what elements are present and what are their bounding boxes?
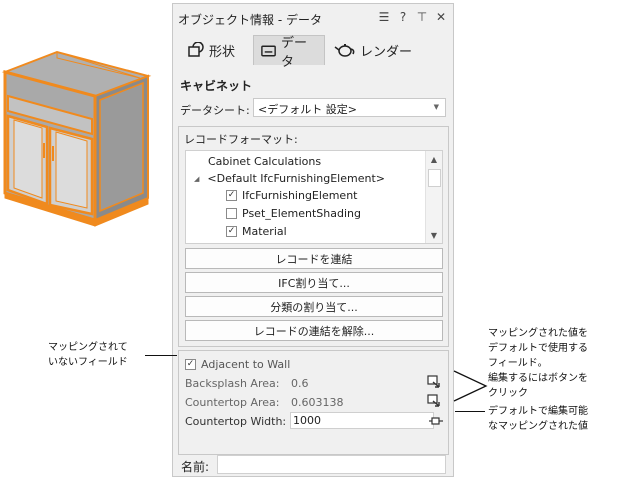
adjacent-to-wall-row: ✓ Adjacent to Wall xyxy=(185,355,290,373)
name-label: 名前: xyxy=(181,460,210,474)
scroll-down-icon[interactable]: ▼ xyxy=(426,227,442,243)
detach-record-button[interactable]: レコードの連結を解除... xyxy=(185,320,443,341)
tab-render[interactable]: レンダー xyxy=(328,35,418,65)
palette-titlebar[interactable]: オブジェクト情報 - データ ☰ ? ⊤ ✕ xyxy=(173,4,453,32)
tab-shape[interactable]: 形状 xyxy=(181,35,241,65)
tab-data-label: データ xyxy=(281,35,308,70)
record-format-label: レコードフォーマット: xyxy=(184,133,298,146)
mapped-default-icon[interactable] xyxy=(429,414,443,428)
mapped-note: マッピングされた値を デフォルトで使用する フィールド。 編集するにはボタンを … xyxy=(488,328,588,399)
adjacent-checkbox[interactable]: ✓ xyxy=(185,358,196,370)
mapped-callout-bracket xyxy=(453,370,488,402)
expand-icon[interactable]: ◢ xyxy=(194,175,199,183)
classify-button[interactable]: 分類の割り当て... xyxy=(185,296,443,317)
countertop-width-row: Countertop Width: 1000 xyxy=(185,412,445,430)
palette-title: オブジェクト情報 - データ xyxy=(178,13,322,27)
name-input[interactable] xyxy=(217,455,446,474)
tab-render-label: レンダー xyxy=(360,44,413,60)
backsplash-value: 0.6 xyxy=(291,377,309,390)
edit-mapped-value-icon[interactable] xyxy=(427,394,441,408)
list-item[interactable]: ✓ IfcFurnishingElement xyxy=(226,187,357,204)
countertop-area-label: Countertop Area: xyxy=(185,395,280,409)
list-item[interactable]: ◢ <Default IfcFurnishingElement> xyxy=(194,170,385,187)
record-label: <Default IfcFurnishingElement> xyxy=(207,172,385,185)
countertop-area-value: 0.603138 xyxy=(291,396,344,409)
record-label: Material xyxy=(242,225,287,238)
tab-shape-label: 形状 xyxy=(209,44,236,60)
record-list[interactable]: Cabinet Calculations ◢ <Default IfcFurni… xyxy=(185,150,443,244)
datasheet-value: <デフォルト 設定> xyxy=(258,103,357,116)
object-type-label: キャビネット xyxy=(180,79,253,93)
data-pane: キャビネット データシート: <デフォルト 設定> ▼ レコードフォーマット: … xyxy=(173,65,453,476)
shape-icon xyxy=(188,42,204,57)
countertop-area-row: Countertop Area: 0.603138 xyxy=(185,393,445,411)
countertop-width-input[interactable]: 1000 xyxy=(290,412,434,429)
adjacent-label: Adjacent to Wall xyxy=(201,357,291,371)
help-icon[interactable]: ? xyxy=(397,10,409,24)
datasheet-label: データシート: xyxy=(180,104,250,117)
record-label: IfcFurnishingElement xyxy=(242,189,358,202)
scroll-up-icon[interactable]: ▲ xyxy=(426,151,442,167)
list-item[interactable]: Cabinet Calculations xyxy=(208,153,321,170)
data-icon xyxy=(261,45,276,56)
menu-icon[interactable]: ☰ xyxy=(378,10,390,24)
unmapped-callout-line xyxy=(145,355,177,356)
record-fields-group: ✓ Adjacent to Wall Backsplash Area: 0.6 … xyxy=(178,350,449,455)
countertop-width-label: Countertop Width: xyxy=(185,414,287,428)
palette-tabs: 形状 データ レンダー xyxy=(173,35,453,70)
attach-record-button[interactable]: レコードを連結 xyxy=(185,248,443,269)
editable-callout-line xyxy=(455,411,485,412)
list-item[interactable]: ✓ Material xyxy=(226,223,287,240)
backsplash-label: Backsplash Area: xyxy=(185,376,280,390)
object-info-palette: オブジェクト情報 - データ ☰ ? ⊤ ✕ 形状 データ レンダー キャビネッ… xyxy=(172,3,454,477)
backsplash-row: Backsplash Area: 0.6 xyxy=(185,374,445,392)
record-list-scrollbar[interactable]: ▲ ▼ xyxy=(425,151,442,243)
record-label: Pset_ElementShading xyxy=(242,207,361,220)
record-format-group: レコードフォーマット: Cabinet Calculations ◢ <Defa… xyxy=(178,126,449,347)
record-label: Cabinet Calculations xyxy=(208,155,322,168)
unmapped-note: マッピングされて いないフィールド xyxy=(48,342,128,368)
scroll-thumb[interactable] xyxy=(428,169,441,187)
editable-note: デフォルトで編集可能 なマッピングされた値 xyxy=(488,406,588,432)
close-icon[interactable]: ✕ xyxy=(435,10,447,24)
list-item[interactable]: Pset_ElementShading xyxy=(226,205,361,222)
teapot-icon xyxy=(334,44,355,57)
pin-icon[interactable]: ⊤ xyxy=(416,10,428,24)
edit-mapped-value-icon[interactable] xyxy=(427,375,441,389)
tab-data[interactable]: データ xyxy=(253,35,325,70)
cabinet-illustration xyxy=(1,50,152,227)
chevron-down-icon: ▼ xyxy=(433,103,439,111)
ifc-assign-button[interactable]: IFC割り当て... xyxy=(185,272,443,293)
checkbox[interactable] xyxy=(226,208,237,219)
checkbox[interactable]: ✓ xyxy=(226,226,237,237)
datasheet-select[interactable]: <デフォルト 設定> ▼ xyxy=(253,98,446,117)
checkbox[interactable]: ✓ xyxy=(226,190,237,201)
